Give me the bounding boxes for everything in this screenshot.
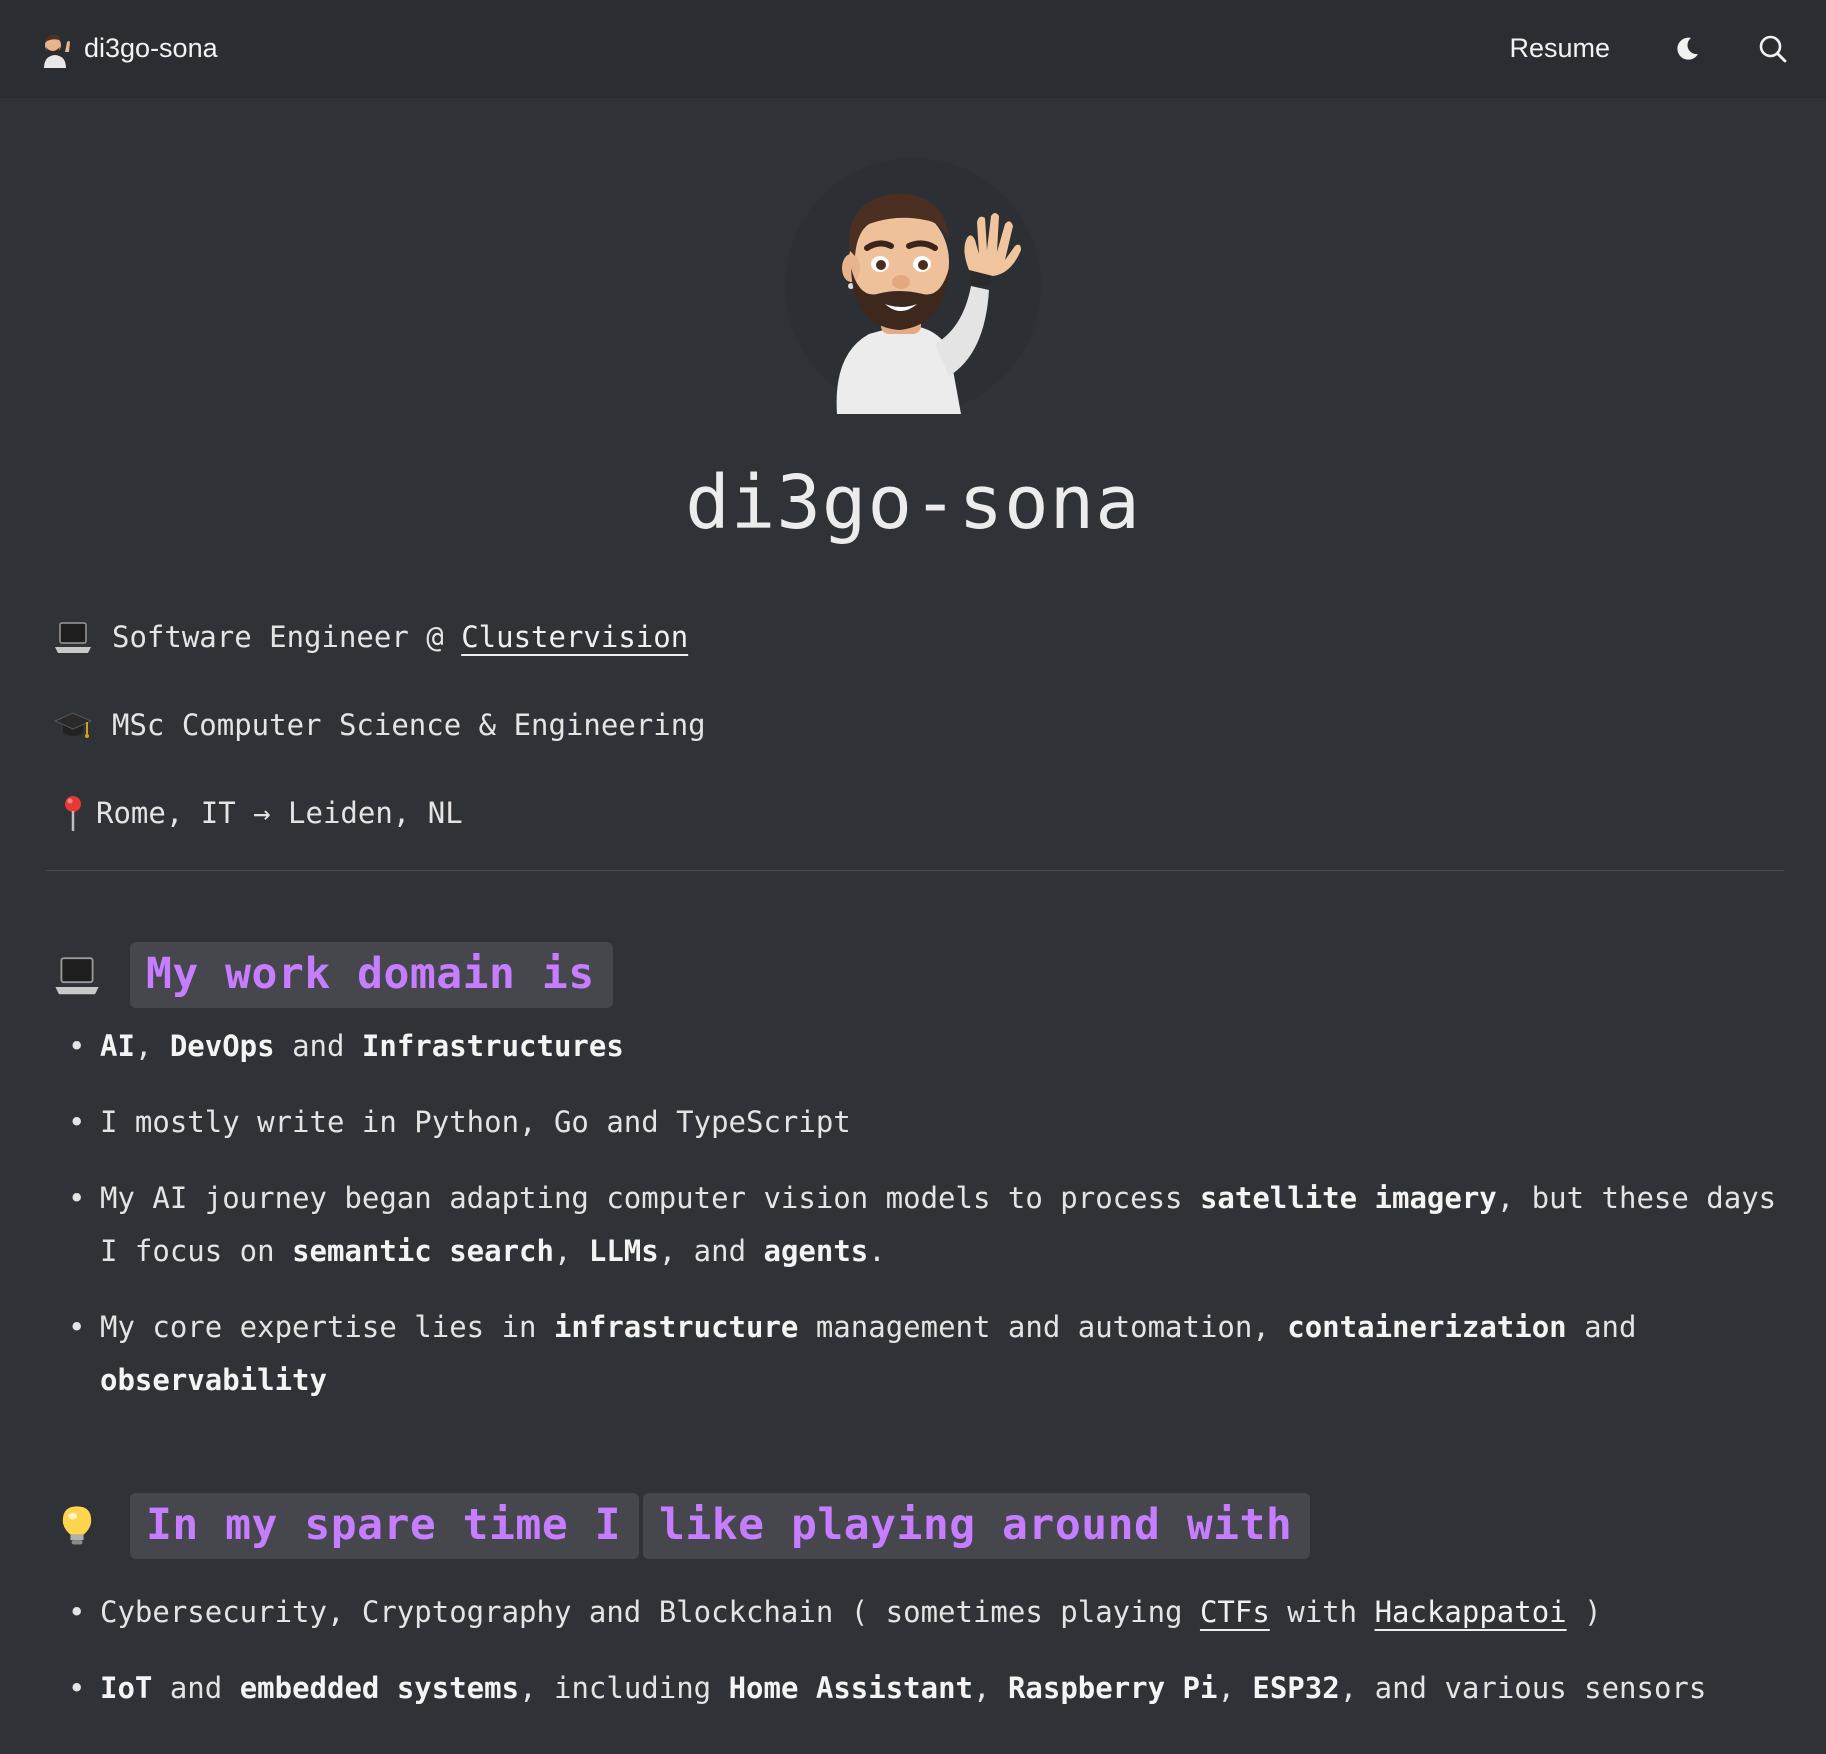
spare-time-heading-part1: In my spare time I xyxy=(130,1493,639,1559)
list-item: My core expertise lies in infrastructure… xyxy=(66,1301,1786,1407)
spare-time-heading: In my spare time I like playing around w… xyxy=(52,1493,1311,1559)
emphasis-text: semantic search xyxy=(292,1234,554,1268)
work-domain-list: AI, DevOps and Infrastructures I mostly w… xyxy=(66,1020,1786,1430)
list-item-text: with xyxy=(1269,1595,1375,1629)
spare-time-list: Cybersecurity, Cryptography and Blockcha… xyxy=(66,1586,1786,1738)
intro-work-line: Software Engineer @ Clustervision xyxy=(52,616,688,658)
emphasis-text: IoT xyxy=(100,1671,153,1705)
list-item-text: management and automation, xyxy=(798,1310,1288,1344)
emphasis-text: AI xyxy=(100,1029,135,1063)
emphasis-text: infrastructure xyxy=(553,1310,799,1344)
list-item-text: Cybersecurity, Cryptography and Blockcha… xyxy=(100,1595,1200,1629)
list-item-text: and xyxy=(274,1029,362,1063)
intro-location-text: Rome, IT → Leiden, NL xyxy=(96,796,463,830)
emphasis-text: LLMs xyxy=(588,1234,659,1268)
list-item-text: ) xyxy=(1566,1595,1602,1629)
list-item-text: My core expertise lies in xyxy=(100,1310,554,1344)
list-item-text: I mostly write in Python, Go and TypeScr… xyxy=(100,1105,851,1139)
pin-icon xyxy=(52,792,94,834)
laptop-icon xyxy=(52,616,94,658)
emphasis-text: agents xyxy=(763,1234,869,1268)
list-item-text: , xyxy=(973,1671,1008,1705)
list-item-text: , xyxy=(1217,1671,1253,1705)
laptop-icon xyxy=(52,950,102,1000)
memoji-waving-avatar xyxy=(836,193,1021,414)
list-item-text: My AI journey began adapting computer vi… xyxy=(100,1181,1200,1215)
list-item-text: , xyxy=(553,1234,589,1268)
intro-education-line: MSc Computer Science & Engineering xyxy=(52,704,706,746)
spare-time-heading-part2: like playing around with xyxy=(643,1493,1311,1559)
hackappatoi-link[interactable]: Hackappatoi xyxy=(1375,1595,1567,1629)
intro-work-text: Software Engineer @ xyxy=(112,620,462,654)
emphasis-text: DevOps xyxy=(169,1029,275,1063)
search-icon[interactable] xyxy=(1756,32,1790,66)
emphasis-text: containerization xyxy=(1287,1310,1567,1344)
emphasis-text: Home Assistant xyxy=(728,1671,974,1705)
list-item: AI, DevOps and Infrastructures xyxy=(66,1020,1786,1073)
emphasis-text: observability xyxy=(100,1363,327,1397)
emphasis-text: ESP32 xyxy=(1252,1671,1340,1705)
intro-location-line: Rome, IT → Leiden, NL xyxy=(52,792,463,834)
resume-link[interactable]: Resume xyxy=(1509,33,1610,64)
list-item: Cybersecurity, Cryptography and Blockcha… xyxy=(66,1586,1786,1639)
moon-icon[interactable] xyxy=(1670,32,1704,66)
list-item: My AI journey began adapting computer vi… xyxy=(66,1172,1786,1278)
list-item-text: and xyxy=(152,1671,240,1705)
graduation-cap-icon xyxy=(52,704,94,746)
brand-link[interactable]: di3go-sona xyxy=(36,30,218,68)
section-divider xyxy=(46,870,1784,871)
list-item-text: , and xyxy=(658,1234,764,1268)
list-item: I mostly write in Python, Go and TypeScr… xyxy=(66,1096,1786,1149)
brand-name: di3go-sona xyxy=(84,33,218,63)
clustervision-link[interactable]: Clustervision xyxy=(461,620,688,654)
avatar-icon xyxy=(36,30,74,68)
emphasis-text: embedded systems xyxy=(239,1671,520,1705)
profile-avatar xyxy=(785,158,1041,414)
list-item-text: , xyxy=(134,1029,170,1063)
emphasis-text: Infrastructures xyxy=(361,1029,624,1063)
emphasis-text: Raspberry Pi xyxy=(1007,1671,1218,1705)
light-bulb-icon xyxy=(52,1501,102,1551)
list-item-text: , including xyxy=(519,1671,729,1705)
work-domain-heading: My work domain is xyxy=(52,942,613,1008)
ctfs-link[interactable]: CTFs xyxy=(1200,1595,1270,1629)
list-item-text: , and various sensors xyxy=(1339,1671,1707,1705)
profile-name-title: di3go-sona xyxy=(685,460,1141,546)
work-domain-heading-text: My work domain is xyxy=(130,942,613,1008)
intro-education-text: MSc Computer Science & Engineering xyxy=(112,708,706,742)
list-item: IoT and embedded systems, including Home… xyxy=(66,1662,1786,1715)
list-item-text: and xyxy=(1566,1310,1637,1344)
list-item-text: . xyxy=(868,1234,886,1268)
emphasis-text: satellite imagery xyxy=(1199,1181,1497,1215)
top-navbar: di3go-sona Resume xyxy=(0,0,1826,98)
